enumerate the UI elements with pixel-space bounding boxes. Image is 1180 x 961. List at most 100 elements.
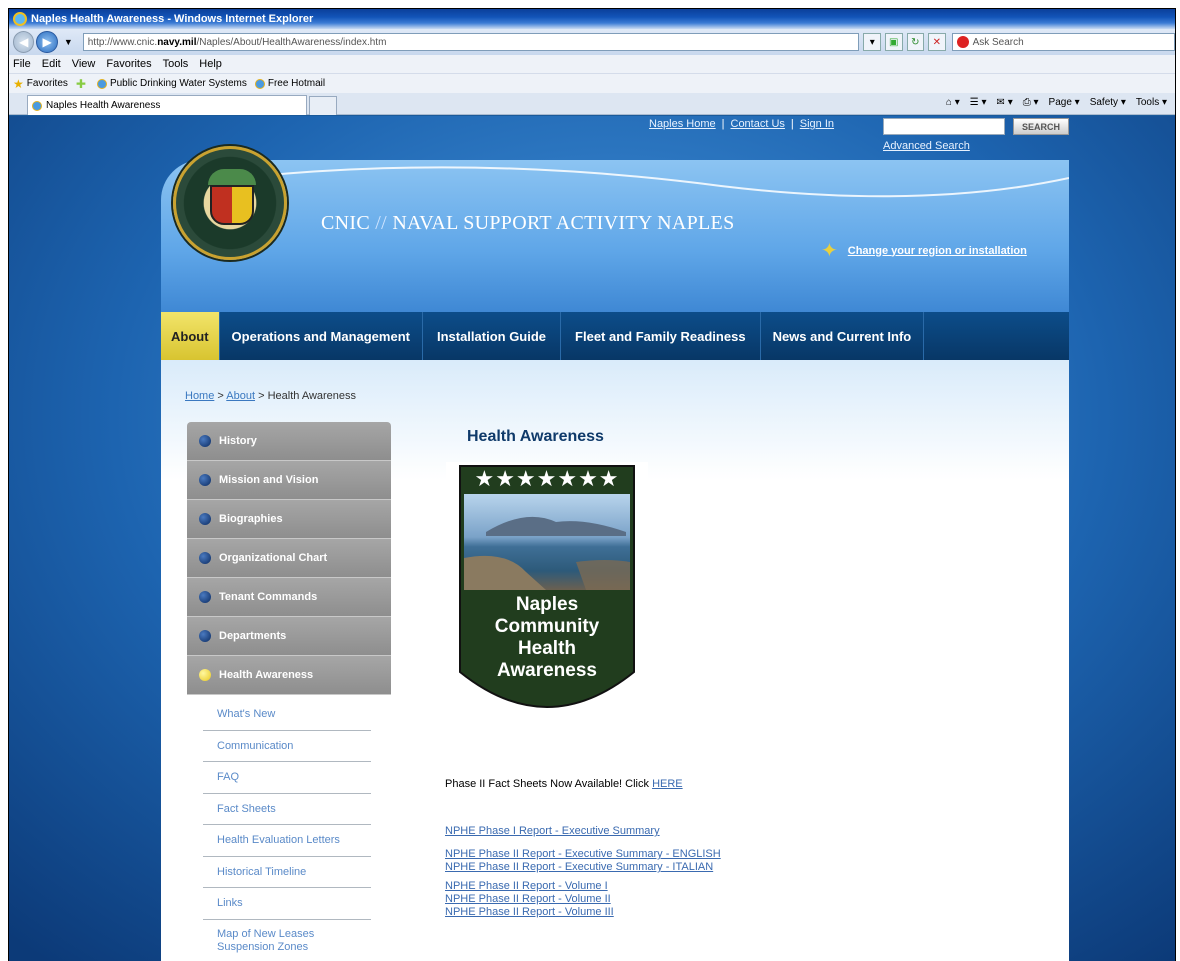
sidebar-item-mission[interactable]: Mission and Vision	[187, 461, 391, 500]
logo-stars: ★★★★★★★	[474, 466, 620, 491]
menu-file[interactable]: File	[13, 58, 31, 70]
logo-line-4: Awareness	[497, 660, 597, 681]
bullet-icon	[199, 474, 211, 486]
url-input[interactable]: http://www.cnic. navy.mil/Naples/About/He…	[82, 33, 860, 51]
mail-icon[interactable]: ✉ ▾	[997, 97, 1013, 108]
logo-line-2: Community	[494, 616, 600, 637]
banner-installation: NAVAL SUPPORT ACTIVITY NAPLES	[392, 212, 735, 234]
menu-edit[interactable]: Edit	[42, 58, 61, 70]
ie-page-icon	[254, 78, 265, 89]
subnav-historical-timeline[interactable]: Historical Timeline	[203, 857, 371, 888]
ie-page-icon	[96, 78, 107, 89]
title-bar: Naples Health Awareness - Windows Intern…	[9, 9, 1175, 29]
refresh-icon[interactable]: ↻	[906, 33, 925, 51]
subnav-fact-sheets[interactable]: Fact Sheets	[203, 794, 371, 825]
subnav-whats-new[interactable]: What's New	[203, 699, 371, 731]
url-path: /Naples/About/HealthAwareness/index.htm	[196, 36, 387, 48]
sub-nav: What's New Communication FAQ Fact Sheets…	[187, 695, 391, 961]
bullet-icon	[199, 552, 211, 564]
site-search-button[interactable]: SEARCH	[1013, 118, 1069, 135]
home-icon[interactable]: ⌂ ▾	[946, 97, 960, 108]
search-placeholder: Ask Search	[972, 36, 1024, 48]
favorites-star-icon[interactable]: ★	[13, 77, 24, 91]
nav-fleet-family[interactable]: Fleet and Family Readiness	[561, 312, 761, 360]
breadcrumb-sep: >	[255, 390, 268, 402]
link-phase-2-exec-summary-english[interactable]: NPHE Phase II Report - Executive Summary…	[445, 848, 721, 860]
breadcrumb-home[interactable]: Home	[185, 390, 214, 402]
nav-news[interactable]: News and Current Info	[761, 312, 925, 360]
banner-slashes: //	[369, 212, 393, 234]
menu-tools[interactable]: Tools	[163, 58, 189, 70]
phase-ii-notice: Phase II Fact Sheets Now Available! Clic…	[445, 778, 683, 790]
change-region-link[interactable]: Change your region or installation	[848, 245, 1027, 257]
contact-us-link[interactable]: Contact Us	[731, 118, 785, 130]
favorite-link-hotmail[interactable]: Free Hotmail	[268, 78, 325, 89]
nav-operations[interactable]: Operations and Management	[220, 312, 423, 360]
menu-help[interactable]: Help	[199, 58, 222, 70]
tab-naples-health[interactable]: Naples Health Awareness	[27, 95, 307, 115]
nav-about[interactable]: About	[161, 312, 220, 360]
sidebar-item-departments[interactable]: Departments	[187, 617, 391, 656]
stop-icon[interactable]: ✕	[928, 33, 946, 51]
link-phase-2-volume-2[interactable]: NPHE Phase II Report - Volume II	[445, 893, 611, 905]
site-banner: CNIC // NAVAL SUPPORT ACTIVITY NAPLES ✦ …	[161, 146, 1069, 312]
subnav-communication[interactable]: Communication	[203, 731, 371, 762]
sidebar-item-health-awareness[interactable]: Health Awareness	[187, 656, 391, 695]
ie-page-icon	[32, 100, 42, 111]
logo-line-3: Health	[517, 638, 577, 659]
subnav-map-new-leases[interactable]: Map of New Leases Suspension Zones	[203, 920, 371, 961]
favorite-link-water[interactable]: Public Drinking Water Systems	[110, 78, 247, 89]
menu-favorites[interactable]: Favorites	[106, 58, 151, 70]
favorites-button[interactable]: Favorites	[27, 78, 68, 89]
compatibility-icon[interactable]: ▣	[884, 33, 903, 51]
sidebar-item-biographies[interactable]: Biographies	[187, 500, 391, 539]
menu-bar: File Edit View Favorites Tools Help	[9, 55, 1175, 73]
phase-ii-here-link[interactable]: HERE	[652, 778, 683, 790]
url-dropdown-icon[interactable]: ▾	[863, 33, 881, 51]
naples-home-link[interactable]: Naples Home	[649, 118, 716, 130]
sidebar-item-org-chart[interactable]: Organizational Chart	[187, 539, 391, 578]
world-map-icon: ✦	[821, 240, 838, 262]
safety-menu[interactable]: Safety ▾	[1090, 97, 1126, 108]
site-search-input[interactable]	[883, 118, 1005, 135]
tab-title: Naples Health Awareness	[46, 100, 161, 111]
bullet-icon	[199, 513, 211, 525]
nav-installation-guide[interactable]: Installation Guide	[423, 312, 562, 360]
search-input[interactable]: Ask Search	[951, 33, 1175, 51]
forward-icon[interactable]: ▶	[36, 31, 58, 53]
divider: |	[721, 118, 725, 130]
logo-line-1: Naples	[515, 594, 579, 615]
phase-ii-text: Phase II Fact Sheets Now Available! Clic…	[445, 778, 653, 790]
subnav-links[interactable]: Links	[203, 888, 371, 920]
subnav-faq[interactable]: FAQ	[203, 762, 371, 794]
sidebar-item-history[interactable]: History	[187, 422, 391, 461]
address-bar: ◀ ▶ ▼ http://www.cnic. navy.mil/Naples/Ab…	[9, 29, 1175, 55]
bullet-icon	[199, 435, 211, 447]
page-menu[interactable]: Page ▾	[1049, 97, 1080, 108]
tools-menu[interactable]: Tools ▾	[1136, 97, 1167, 108]
link-phase-1-exec-summary[interactable]: NPHE Phase I Report - Executive Summary	[445, 825, 660, 837]
back-icon[interactable]: ◀	[13, 31, 35, 53]
url-prefix: http://www.cnic.	[87, 36, 158, 48]
history-dropdown-icon[interactable]: ▼	[64, 37, 73, 47]
command-bar: ⌂ ▾ ☰ ▾ ✉ ▾ ⎙ ▾ Page ▾ Safety ▾ Tools ▾	[946, 97, 1167, 108]
link-phase-2-volume-1[interactable]: NPHE Phase II Report - Volume I	[445, 880, 608, 892]
region-selector: ✦ Change your region or installation	[821, 238, 1027, 263]
sign-in-link[interactable]: Sign In	[800, 118, 834, 130]
link-phase-2-exec-summary-italian[interactable]: NPHE Phase II Report - Executive Summary…	[445, 861, 713, 873]
sidebar-item-tenant-commands[interactable]: Tenant Commands	[187, 578, 391, 617]
sidebar-item-label: Tenant Commands	[219, 591, 318, 603]
breadcrumb-about[interactable]: About	[226, 390, 255, 402]
advanced-search-link[interactable]: Advanced Search	[883, 140, 970, 152]
sidebar-item-label: Health Awareness	[219, 669, 314, 681]
window-title: Naples Health Awareness - Windows Intern…	[31, 13, 314, 25]
subnav-health-evaluation-letters[interactable]: Health Evaluation Letters	[203, 825, 371, 857]
menu-view[interactable]: View	[72, 58, 96, 70]
new-tab-button[interactable]	[309, 96, 337, 115]
feeds-icon[interactable]: ☰ ▾	[970, 97, 987, 108]
link-phase-2-volume-3[interactable]: NPHE Phase II Report - Volume III	[445, 906, 614, 918]
print-icon[interactable]: ⎙ ▾	[1023, 97, 1039, 108]
ask-logo-icon	[956, 36, 969, 48]
add-favorite-icon[interactable]: ✚	[76, 77, 86, 91]
bullet-icon	[199, 630, 211, 642]
